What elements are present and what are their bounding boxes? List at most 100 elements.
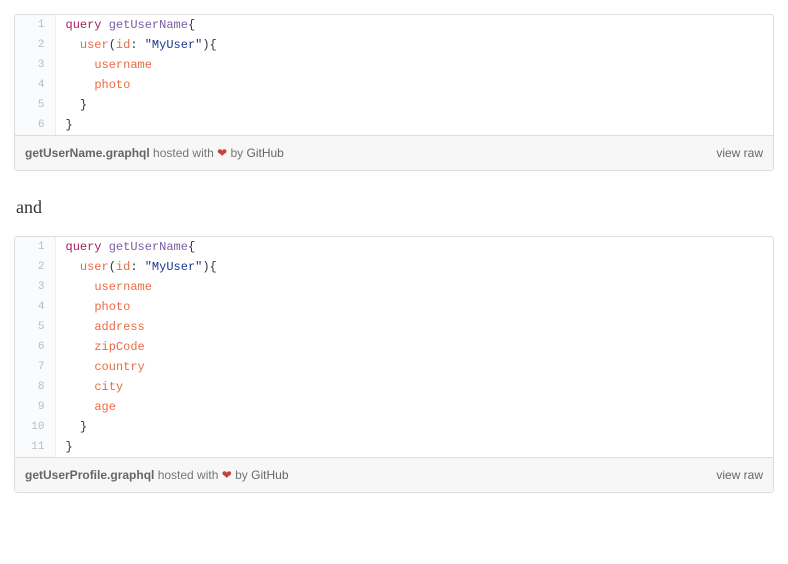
gist-filename-link[interactable]: getUserProfile.graphql: [25, 468, 154, 482]
code-line: 1query getUserName{: [15, 15, 773, 35]
token-attr: user: [80, 38, 109, 52]
code-content: username: [55, 277, 773, 297]
line-number[interactable]: 3: [15, 277, 55, 297]
token-plain: [66, 360, 95, 374]
line-number[interactable]: 4: [15, 297, 55, 317]
code-content: query getUserName{: [55, 237, 773, 257]
code-line: 5 }: [15, 95, 773, 115]
token-plain: ){: [202, 260, 216, 274]
code-line: 4 photo: [15, 297, 773, 317]
code-content: zipCode: [55, 337, 773, 357]
code-line: 6}: [15, 115, 773, 135]
line-number[interactable]: 1: [15, 15, 55, 35]
code-content: photo: [55, 75, 773, 95]
token-plain: {: [188, 240, 195, 254]
code-content: }: [55, 437, 773, 457]
code-line: 10 }: [15, 417, 773, 437]
code-line: 7 country: [15, 357, 773, 377]
code-content: user(id: "MyUser"){: [55, 35, 773, 55]
code-content: country: [55, 357, 773, 377]
code-line: 6 zipCode: [15, 337, 773, 357]
gist-meta-bar: getUserName.graphql hosted with ❤ by Git…: [15, 135, 773, 170]
code-line: 8 city: [15, 377, 773, 397]
line-number[interactable]: 7: [15, 357, 55, 377]
gist-filename-link[interactable]: getUserName.graphql: [25, 146, 150, 160]
token-attr: photo: [94, 78, 130, 92]
token-attr: city: [94, 380, 123, 394]
line-number[interactable]: 11: [15, 437, 55, 457]
line-number[interactable]: 10: [15, 417, 55, 437]
token-plain: [66, 400, 95, 414]
github-link[interactable]: GitHub: [251, 468, 288, 482]
token-attr: address: [94, 320, 144, 334]
token-attr: zipCode: [94, 340, 144, 354]
token-entity: getUserName: [109, 240, 188, 254]
token-plain: [102, 18, 109, 32]
code-content: }: [55, 95, 773, 115]
line-number[interactable]: 5: [15, 95, 55, 115]
token-plain: [66, 58, 95, 72]
gist-meta-left: getUserName.graphql hosted with ❤ by Git…: [25, 146, 284, 160]
code-content: user(id: "MyUser"){: [55, 257, 773, 277]
token-plain: [66, 78, 95, 92]
heart-icon: ❤: [222, 468, 232, 482]
token-attr: age: [94, 400, 116, 414]
github-link[interactable]: GitHub: [246, 146, 283, 160]
code-line: 2 user(id: "MyUser"){: [15, 257, 773, 277]
token-plain: [66, 280, 95, 294]
token-plain: [66, 38, 80, 52]
code-content: }: [55, 417, 773, 437]
code-line: 1query getUserName{: [15, 237, 773, 257]
token-plain: }: [66, 420, 88, 434]
line-number[interactable]: 6: [15, 337, 55, 357]
line-number[interactable]: 6: [15, 115, 55, 135]
token-plain: [66, 300, 95, 314]
token-string: "MyUser": [145, 260, 203, 274]
token-plain: :: [130, 260, 144, 274]
line-number[interactable]: 8: [15, 377, 55, 397]
view-raw-link[interactable]: view raw: [716, 468, 763, 482]
token-attr: country: [94, 360, 144, 374]
gist-meta-left: getUserProfile.graphql hosted with ❤ by …: [25, 468, 289, 482]
line-number[interactable]: 2: [15, 257, 55, 277]
view-raw-link[interactable]: view raw: [716, 146, 763, 160]
token-attr: photo: [94, 300, 130, 314]
token-attr: user: [80, 260, 109, 274]
token-plain: [66, 340, 95, 354]
code-table: 1query getUserName{2 user(id: "MyUser"){…: [15, 237, 773, 457]
gist-meta-bar: getUserProfile.graphql hosted with ❤ by …: [15, 457, 773, 492]
token-attr: username: [94, 58, 152, 72]
code-content: age: [55, 397, 773, 417]
code-line: 3 username: [15, 277, 773, 297]
line-number[interactable]: 1: [15, 237, 55, 257]
code-content: address: [55, 317, 773, 337]
token-attr: id: [116, 38, 130, 52]
line-number[interactable]: 4: [15, 75, 55, 95]
heart-icon: ❤: [217, 146, 227, 160]
line-number[interactable]: 9: [15, 397, 55, 417]
token-plain: [66, 260, 80, 274]
hosted-with-text: hosted with: [154, 468, 221, 482]
line-number[interactable]: 2: [15, 35, 55, 55]
code-line: 9 age: [15, 397, 773, 417]
token-plain: }: [66, 98, 88, 112]
by-text: by: [227, 146, 246, 160]
token-attr: id: [116, 260, 130, 274]
code-line: 5 address: [15, 317, 773, 337]
code-table: 1query getUserName{2 user(id: "MyUser"){…: [15, 15, 773, 135]
token-keyword: query: [66, 240, 102, 254]
gist-block-1: 1query getUserName{2 user(id: "MyUser"){…: [14, 14, 774, 171]
code-content: photo: [55, 297, 773, 317]
token-plain: [66, 380, 95, 394]
code-line: 11}: [15, 437, 773, 457]
between-paragraph: and: [16, 197, 774, 218]
token-string: "MyUser": [145, 38, 203, 52]
token-plain: {: [188, 18, 195, 32]
code-content: city: [55, 377, 773, 397]
by-text: by: [232, 468, 251, 482]
token-plain: [102, 240, 109, 254]
code-line: 2 user(id: "MyUser"){: [15, 35, 773, 55]
line-number[interactable]: 5: [15, 317, 55, 337]
token-plain: [66, 320, 95, 334]
line-number[interactable]: 3: [15, 55, 55, 75]
